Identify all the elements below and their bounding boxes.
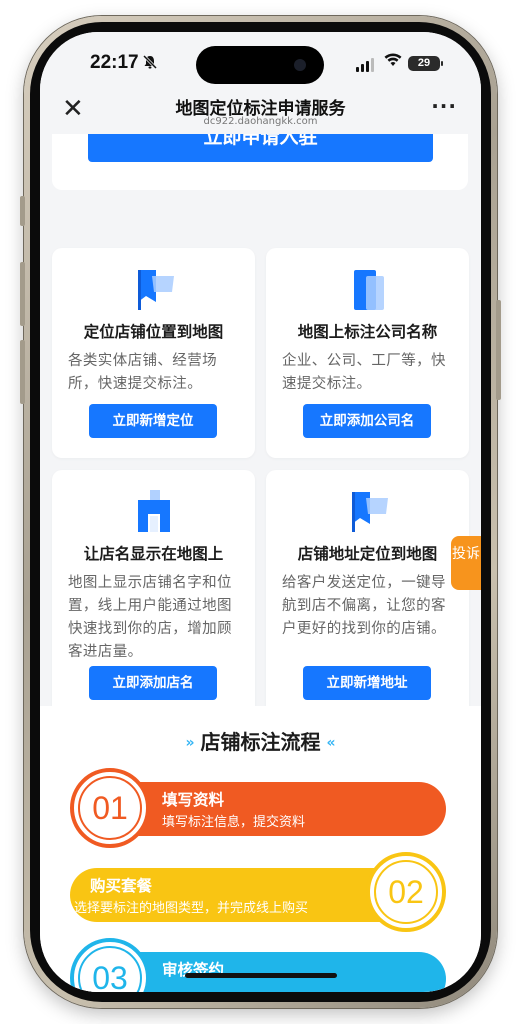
card-description: 企业、公司、工厂等，快速提交标注。 [282, 353, 446, 392]
volume-up-button [20, 262, 25, 326]
apply-button[interactable]: 立即申请入驻 [88, 134, 433, 162]
building-icon [344, 266, 392, 314]
step-number-ring: 01 [70, 768, 150, 848]
service-card-store-name: 让店名显示在地图上 地图上显示店铺名字和位置，线上用户能通过地图快速找到你的店，… [52, 470, 255, 720]
double-chevron-right-icon: » [185, 735, 195, 751]
dynamic-island [196, 46, 324, 84]
page-content: 立即申请入驻 定位店铺位置到地图 各类实体店铺、经营场所，快速提交标注。 立即新… [40, 134, 481, 992]
service-card-locate-store: 定位店铺位置到地图 各类实体店铺、经营场所，快速提交标注。 立即新增定位 [52, 248, 255, 458]
power-button [496, 300, 501, 400]
service-card-store-address: 店铺地址定位到地图 给客户发送定位，一键导航到店不偏离，让您的客户更好的找到你的… [266, 470, 469, 720]
home-indicator[interactable] [185, 973, 337, 978]
card-title: 让店名显示在地图上 [83, 545, 224, 563]
camera-icon [294, 59, 306, 71]
volume-down-button [20, 340, 25, 404]
action-button [20, 196, 25, 226]
status-bar: 22:17 29 [40, 32, 481, 90]
add-location-button[interactable]: 立即新增定位 [89, 404, 217, 438]
step-title: 填写资料 [162, 791, 225, 809]
process-title: » 店铺标注流程 « [40, 726, 481, 755]
page-url: dc922.daohangkk.com [203, 116, 318, 127]
process-step-2: 02 购买套餐 选择要标注的地图类型，并完成线上购买 [70, 850, 448, 940]
add-address-button[interactable]: 立即新增地址 [303, 666, 431, 700]
more-icon[interactable]: ··· [431, 94, 457, 118]
battery-icon: 29 [408, 56, 443, 71]
nav-header: ✕ 地图定位标注申请服务 dc922.daohangkk.com ··· [40, 90, 481, 134]
card-description: 地图上显示店铺名字和位置，线上用户能通过地图快速找到你的店，增加顾客进店量。 [68, 575, 232, 660]
card-title: 定位店铺位置到地图 [83, 323, 224, 341]
service-card-company-name: 地图上标注公司名称 企业、公司、工厂等，快速提交标注。 立即添加公司名 [266, 248, 469, 458]
process-title-text: 店铺标注流程 [200, 730, 321, 754]
card-description: 给客户发送定位，一键导航到店不偏离，让您的客户更好的找到你的店铺。 [282, 575, 446, 637]
bell-slash-icon [142, 54, 158, 74]
flag-icon [344, 488, 392, 536]
step-number-ring: 03 [70, 938, 150, 992]
process-section: » 店铺标注流程 « 01 填写资料 填写标注信息，提交资料 02 购买套餐 选择要… [40, 706, 481, 992]
phone-screen: 22:17 29 ✕ 地图定位标注申请服务 dc922.daohangkk.co… [40, 32, 481, 992]
step-number-ring: 02 [366, 852, 446, 932]
step-number: 03 [78, 946, 142, 992]
step-bar [110, 952, 446, 992]
apply-card: 立即申请入驻 [52, 134, 468, 190]
store-icon [130, 488, 178, 536]
flag-icon [130, 266, 178, 314]
process-step-1: 01 填写资料 填写标注信息，提交资料 [70, 766, 448, 856]
complain-tab[interactable]: 投诉 [451, 536, 481, 590]
process-step-3: 03 审核签约 [70, 936, 448, 992]
card-title: 地图上标注公司名称 [297, 323, 438, 341]
card-description: 各类实体店铺、经营场所，快速提交标注。 [68, 353, 217, 392]
step-description: 选择要标注的地图类型，并完成线上购买 [74, 901, 309, 916]
step-description: 填写标注信息，提交资料 [162, 815, 306, 830]
add-company-name-button[interactable]: 立即添加公司名 [303, 404, 431, 438]
add-store-name-button[interactable]: 立即添加店名 [89, 666, 217, 700]
signal-icon [356, 58, 374, 72]
wifi-icon [384, 52, 402, 71]
status-time: 22:17 [90, 52, 139, 73]
double-chevron-left-icon: « [326, 735, 336, 751]
step-title: 购买套餐 [90, 877, 153, 895]
step-number: 01 [78, 776, 142, 840]
card-title: 店铺地址定位到地图 [297, 545, 438, 563]
step-number: 02 [374, 860, 438, 924]
